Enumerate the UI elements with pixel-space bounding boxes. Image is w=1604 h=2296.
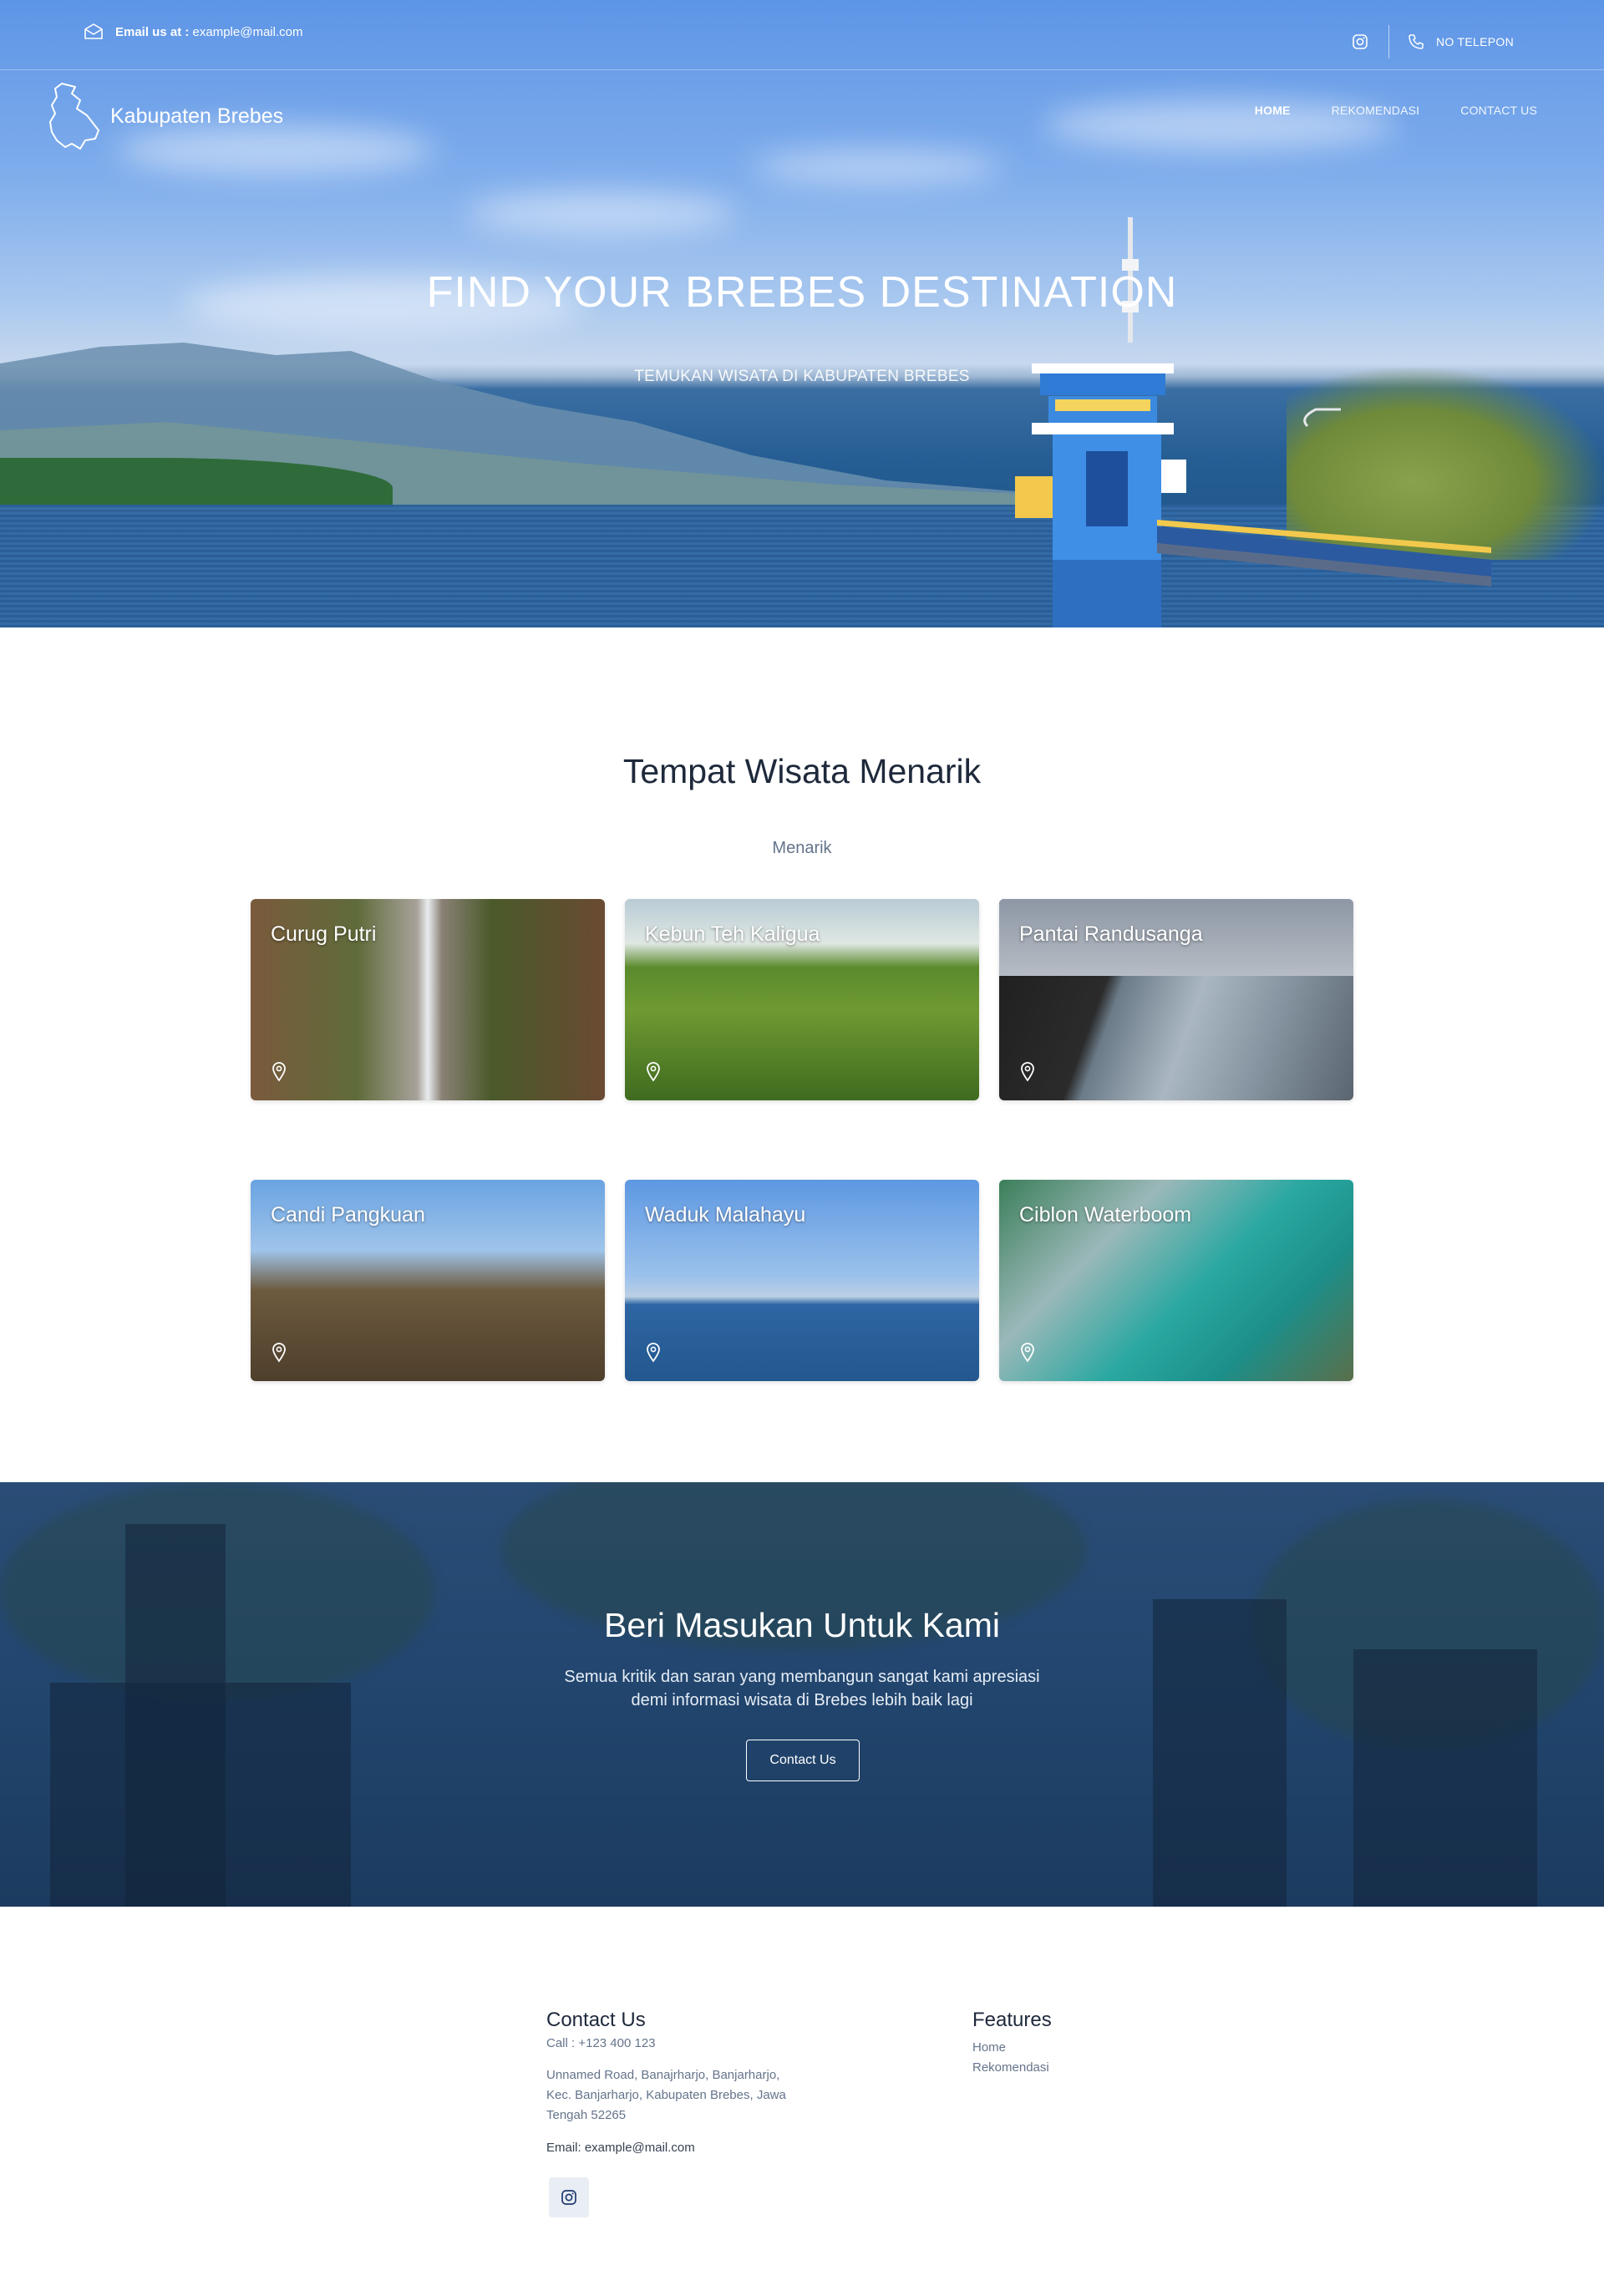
attraction-card[interactable]: Ciblon Waterboom [999,1180,1353,1381]
footer-address-line-3: Tengah 52265 [546,2108,627,2122]
footer-address-line-1: Unnamed Road, Banajrharjo, Banjarharjo, [546,2068,780,2082]
feedback-line-2: demi informasi wisata di Brebes lebih ba… [631,1691,973,1709]
hero-title: FIND YOUR BREBES DESTINATION [426,268,1178,317]
phone-label: NO TELEPON [1436,35,1514,48]
footer-link-rekomendasi[interactable]: Rekomendasi [972,2060,1049,2075]
contact-us-button[interactable]: Contact Us [746,1740,860,1781]
attraction-card[interactable]: Waduk Malahayu [625,1180,979,1381]
hero-section: Email us at : example@mail.com NO TELEPO… [0,0,1604,627]
attraction-card[interactable]: Kebun Teh Kaligua [625,899,979,1100]
attraction-card-title: Candi Pangkuan [271,1203,425,1227]
location-pin-icon [272,1343,286,1363]
footer-address-line-2: Kec. Banjarharjo, Kabupaten Brebes, Jawa [546,2088,786,2102]
brand-name: Kabupaten Brebes [110,104,284,128]
location-pin-icon [1021,1062,1034,1082]
email-label: Email us at : [115,24,190,39]
email-contact[interactable]: Email us at : example@mail.com [84,23,302,40]
footer-instagram-button[interactable] [549,2177,589,2217]
footer-contact-title: Contact Us [546,2009,646,2031]
attractions-subtitle: Menarik [772,839,832,857]
nav-item-contact-us[interactable]: CONTACT US [1460,104,1537,117]
ruin-structure [1353,1649,1537,1907]
cloud-decoration [752,150,1002,184]
cloud-decoration [468,192,735,234]
ruin-structure [50,1683,351,1907]
top-bar: Email us at : example@mail.com NO TELEPO… [0,0,1604,70]
attractions-title: Tempat Wisata Menarik [622,752,982,790]
footer-contact-column: Contact Us [546,2009,646,2032]
location-pin-icon [272,1062,286,1082]
attraction-card-title: Pantai Randusanga [1019,922,1203,946]
nav-item-rekomendasi[interactable]: REKOMENDASI [1332,104,1420,117]
footer-features-title: Features [972,2009,1052,2031]
phone-contact[interactable]: NO TELEPON [1408,33,1514,50]
location-pin-icon [647,1343,660,1363]
nav-item-home[interactable]: HOME [1255,104,1291,117]
feedback-title: Beri Masukan Untuk Kami [604,1606,1000,1644]
location-pin-icon [1021,1343,1034,1363]
footer-call: Call : +123 400 123 [546,2036,656,2050]
location-pin-icon [647,1062,660,1082]
footer-link-home[interactable]: Home [972,2040,1006,2055]
mail-icon [84,23,103,39]
instagram-icon[interactable] [1352,33,1368,50]
attraction-card[interactable]: Candi Pangkuan [251,1180,605,1381]
attraction-card-title: Curug Putri [271,922,377,946]
feedback-banner: Beri Masukan Untuk Kami Semua kritik dan… [0,1482,1604,1907]
map-outline-icon [49,83,99,150]
ruin-pillar [1153,1599,1287,1907]
instagram-icon [561,2190,576,2205]
attraction-card-title: Kebun Teh Kaligua [645,922,820,946]
phone-icon [1409,34,1424,49]
footer-features-column: Features [972,2009,1052,2032]
attraction-card[interactable]: Pantai Randusanga [999,899,1353,1100]
main-nav: HOME REKOMENDASI CONTACT US [1255,104,1537,117]
feedback-line-1: Semua kritik dan saran yang membangun sa… [564,1668,1040,1686]
attraction-card[interactable]: Curug Putri [251,899,605,1100]
attraction-card-title: Ciblon Waterboom [1019,1203,1192,1227]
hero-subtitle: TEMUKAN WISATA DI KABUPATEN BREBES [634,368,970,385]
email-value: example@mail.com [192,24,303,39]
footer-email: Email: example@mail.com [546,2141,695,2155]
brand-logo[interactable]: Kabupaten Brebes [47,80,283,152]
attraction-card-title: Waduk Malahayu [645,1203,806,1227]
topbar-divider [1388,25,1389,58]
